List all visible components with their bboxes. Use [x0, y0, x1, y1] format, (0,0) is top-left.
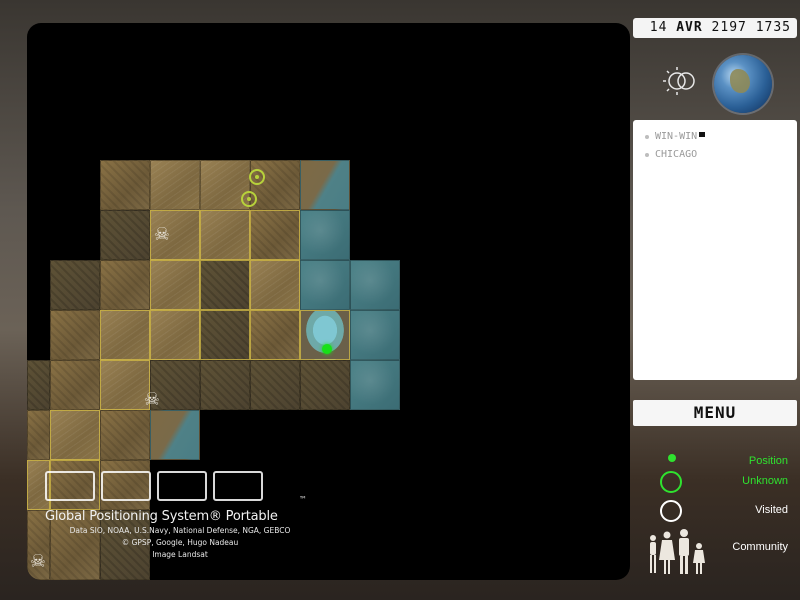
- map-tile[interactable]: [50, 310, 100, 360]
- earth-globe-icon[interactable]: [714, 55, 772, 113]
- logo-letter-g: [45, 471, 95, 501]
- map-tile[interactable]: [350, 260, 400, 310]
- map-tile[interactable]: [350, 310, 400, 360]
- world-map[interactable]: ☠ ☠ ☠ ™ Global Positioning System® Porta…: [27, 23, 630, 580]
- logo-letter-s: [157, 471, 207, 501]
- map-tile[interactable]: [300, 160, 350, 210]
- map-tile[interactable]: [350, 360, 400, 410]
- map-tile[interactable]: [50, 410, 100, 460]
- logo-credit-line3: Image Landsat: [152, 550, 208, 559]
- unknown-ring-icon: [660, 471, 682, 493]
- date-code: 1735: [755, 20, 791, 35]
- date-display: 14 AVR 2197 1735: [633, 18, 797, 38]
- map-tile[interactable]: [27, 410, 50, 460]
- flag-icon: [699, 132, 706, 137]
- legend-label-community: Community: [732, 541, 788, 553]
- skull-icon[interactable]: ☠: [151, 224, 173, 246]
- map-tile[interactable]: [200, 210, 250, 260]
- legend-label-visited: Visited: [755, 504, 788, 516]
- map-tile[interactable]: [100, 310, 150, 360]
- legend-label-position: Position: [748, 455, 788, 467]
- sun-cloud-icon[interactable]: [660, 60, 702, 102]
- map-tile[interactable]: [250, 360, 300, 410]
- legend-visited: Visited: [640, 500, 790, 526]
- current-position-marker: [322, 344, 332, 354]
- logo-credit-line1: Data SIO, NOAA, U.S.Navy, National Defen…: [69, 526, 291, 535]
- community-people-icon: [650, 529, 705, 574]
- gpsp-logo-letters: [45, 471, 315, 501]
- map-tile[interactable]: [150, 160, 200, 210]
- map-tile[interactable]: [300, 260, 350, 310]
- logo-letter-p: [101, 471, 151, 501]
- date-day: 14: [649, 20, 668, 35]
- map-tile[interactable]: [27, 360, 50, 410]
- map-tile[interactable]: [150, 310, 200, 360]
- logo-letter-p2: [213, 471, 263, 501]
- city-name: CHICAGO: [655, 149, 698, 160]
- map-tile[interactable]: [250, 160, 300, 210]
- map-tile[interactable]: [250, 260, 300, 310]
- city-list[interactable]: WIN-WIN CHICAGO: [633, 120, 797, 380]
- logo-subtitle: Global Positioning System® Portable: [45, 509, 278, 524]
- date-month: AVR: [676, 20, 703, 35]
- poi-target-icon[interactable]: [241, 191, 257, 207]
- menu-button[interactable]: MENU: [633, 400, 797, 426]
- bullet-icon: [645, 135, 649, 139]
- skull-icon[interactable]: ☠: [141, 389, 163, 411]
- poi-target-icon[interactable]: [249, 169, 265, 185]
- map-tile[interactable]: [100, 260, 150, 310]
- city-item-chicago[interactable]: CHICAGO: [645, 146, 797, 164]
- map-tile[interactable]: [100, 210, 150, 260]
- map-tile[interactable]: [50, 360, 100, 410]
- legend-label-unknown: Unknown: [742, 475, 788, 487]
- visited-ring-icon: [660, 500, 682, 522]
- city-name: WIN-WIN: [655, 131, 698, 142]
- map-tile[interactable]: [100, 410, 150, 460]
- map-tile[interactable]: [200, 260, 250, 310]
- map-tile[interactable]: [300, 210, 350, 260]
- date-year: 2197: [711, 20, 747, 35]
- map-tile[interactable]: [100, 160, 150, 210]
- map-tile[interactable]: [150, 410, 200, 460]
- position-dot-icon: [668, 454, 676, 462]
- logo-credit-line2: © GPSP, Google, Hugo Nadeau: [121, 538, 239, 547]
- map-tile[interactable]: [250, 210, 300, 260]
- bullet-icon: [645, 153, 649, 157]
- map-tile[interactable]: [200, 360, 250, 410]
- map-tile[interactable]: [200, 310, 250, 360]
- city-item-win-win[interactable]: WIN-WIN: [645, 128, 797, 146]
- map-tile[interactable]: [300, 360, 350, 410]
- map-tile[interactable]: [50, 260, 100, 310]
- legend-unknown: Unknown: [640, 471, 790, 497]
- gpsp-logo: ™ Global Positioning System® Portable Da…: [45, 471, 315, 560]
- map-tile[interactable]: [250, 310, 300, 360]
- map-tile[interactable]: [150, 260, 200, 310]
- logo-trademark: ™: [299, 495, 307, 504]
